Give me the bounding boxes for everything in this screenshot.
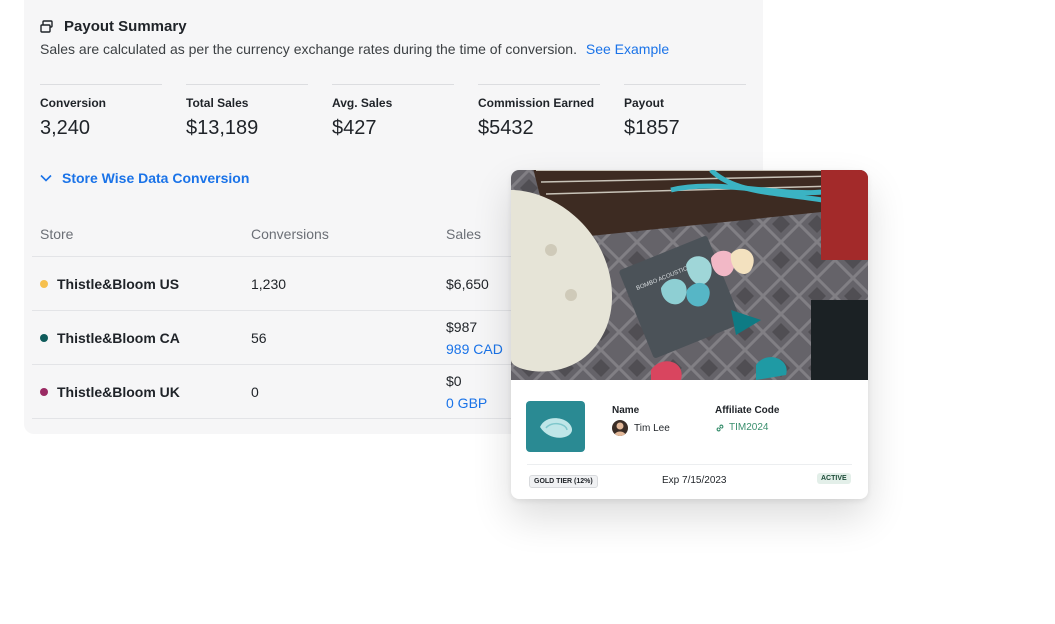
affiliate-code-value: TIM2024 xyxy=(729,422,769,433)
stack-icon xyxy=(40,19,53,33)
card-divider xyxy=(527,464,852,465)
name-value: Tim Lee xyxy=(612,420,670,436)
toggle-label: Store Wise Data Conversion xyxy=(62,170,250,186)
metric-label: Conversion xyxy=(40,96,107,110)
affiliate-code-label: Affiliate Code xyxy=(715,405,780,416)
name-label: Name xyxy=(612,405,640,416)
store-color-dot xyxy=(40,333,48,342)
expiry-date: Exp 7/15/2023 xyxy=(662,475,727,486)
metric-label: Payout xyxy=(624,96,665,110)
metrics-row: Conversion 3,240 Total Sales $13,189 Avg… xyxy=(40,84,770,140)
store-name: Thistle&Bloom CA xyxy=(57,329,180,346)
metric-value: $427 xyxy=(332,117,377,139)
affiliate-code[interactable]: TIM2024 xyxy=(715,422,768,433)
affiliate-name: Tim Lee xyxy=(634,422,670,434)
store-wise-toggle[interactable]: Store Wise Data Conversion xyxy=(40,170,249,186)
see-example-link[interactable]: See Example xyxy=(586,41,669,57)
summary-header: Payout Summary xyxy=(40,18,187,35)
metric-label: Commission Earned xyxy=(478,96,595,110)
metric-value: 3,240 xyxy=(40,117,91,139)
metric-total-sales: Total Sales $13,189 xyxy=(186,84,308,140)
conversions-cell: 1,230 xyxy=(251,275,287,292)
link-icon xyxy=(716,424,724,431)
metric-value: $13,189 xyxy=(186,117,259,139)
header-conversions: Conversions xyxy=(251,226,329,242)
store-name: Thistle&Bloom UK xyxy=(57,383,180,400)
tier-badge: GOLD TIER (12%) xyxy=(529,475,598,488)
product-photo: BOMBO ACOUSTIC xyxy=(511,170,868,380)
metric-label: Avg. Sales xyxy=(332,96,393,110)
store-color-dot xyxy=(40,387,48,396)
metric-value: $5432 xyxy=(478,117,534,139)
metric-payout: Payout $1857 xyxy=(624,84,746,140)
conversions-cell: 0 xyxy=(251,383,259,400)
metric-commission: Commission Earned $5432 xyxy=(478,84,600,140)
metric-avg-sales: Avg. Sales $427 xyxy=(332,84,454,140)
metric-conversion: Conversion 3,240 xyxy=(40,84,162,140)
chevron-down-icon xyxy=(40,174,52,182)
affiliate-card[interactable]: BOMBO ACOUSTIC Name Tim Lee Affiliate Co… xyxy=(511,170,868,499)
metric-value: $1857 xyxy=(624,117,680,139)
summary-subtitle: Sales are calculated as per the currency… xyxy=(40,41,669,57)
store-color-dot xyxy=(40,279,48,288)
store-name: Thistle&Bloom US xyxy=(57,275,180,292)
metric-label: Total Sales xyxy=(186,96,249,110)
avatar xyxy=(612,420,628,436)
header-store: Store xyxy=(40,226,74,242)
status-badge: ACTIVE xyxy=(817,473,851,484)
subtitle-text: Sales are calculated as per the currency… xyxy=(40,41,577,57)
summary-title: Payout Summary xyxy=(64,18,187,35)
product-thumbnail xyxy=(526,401,585,452)
conversions-cell: 56 xyxy=(251,329,267,346)
